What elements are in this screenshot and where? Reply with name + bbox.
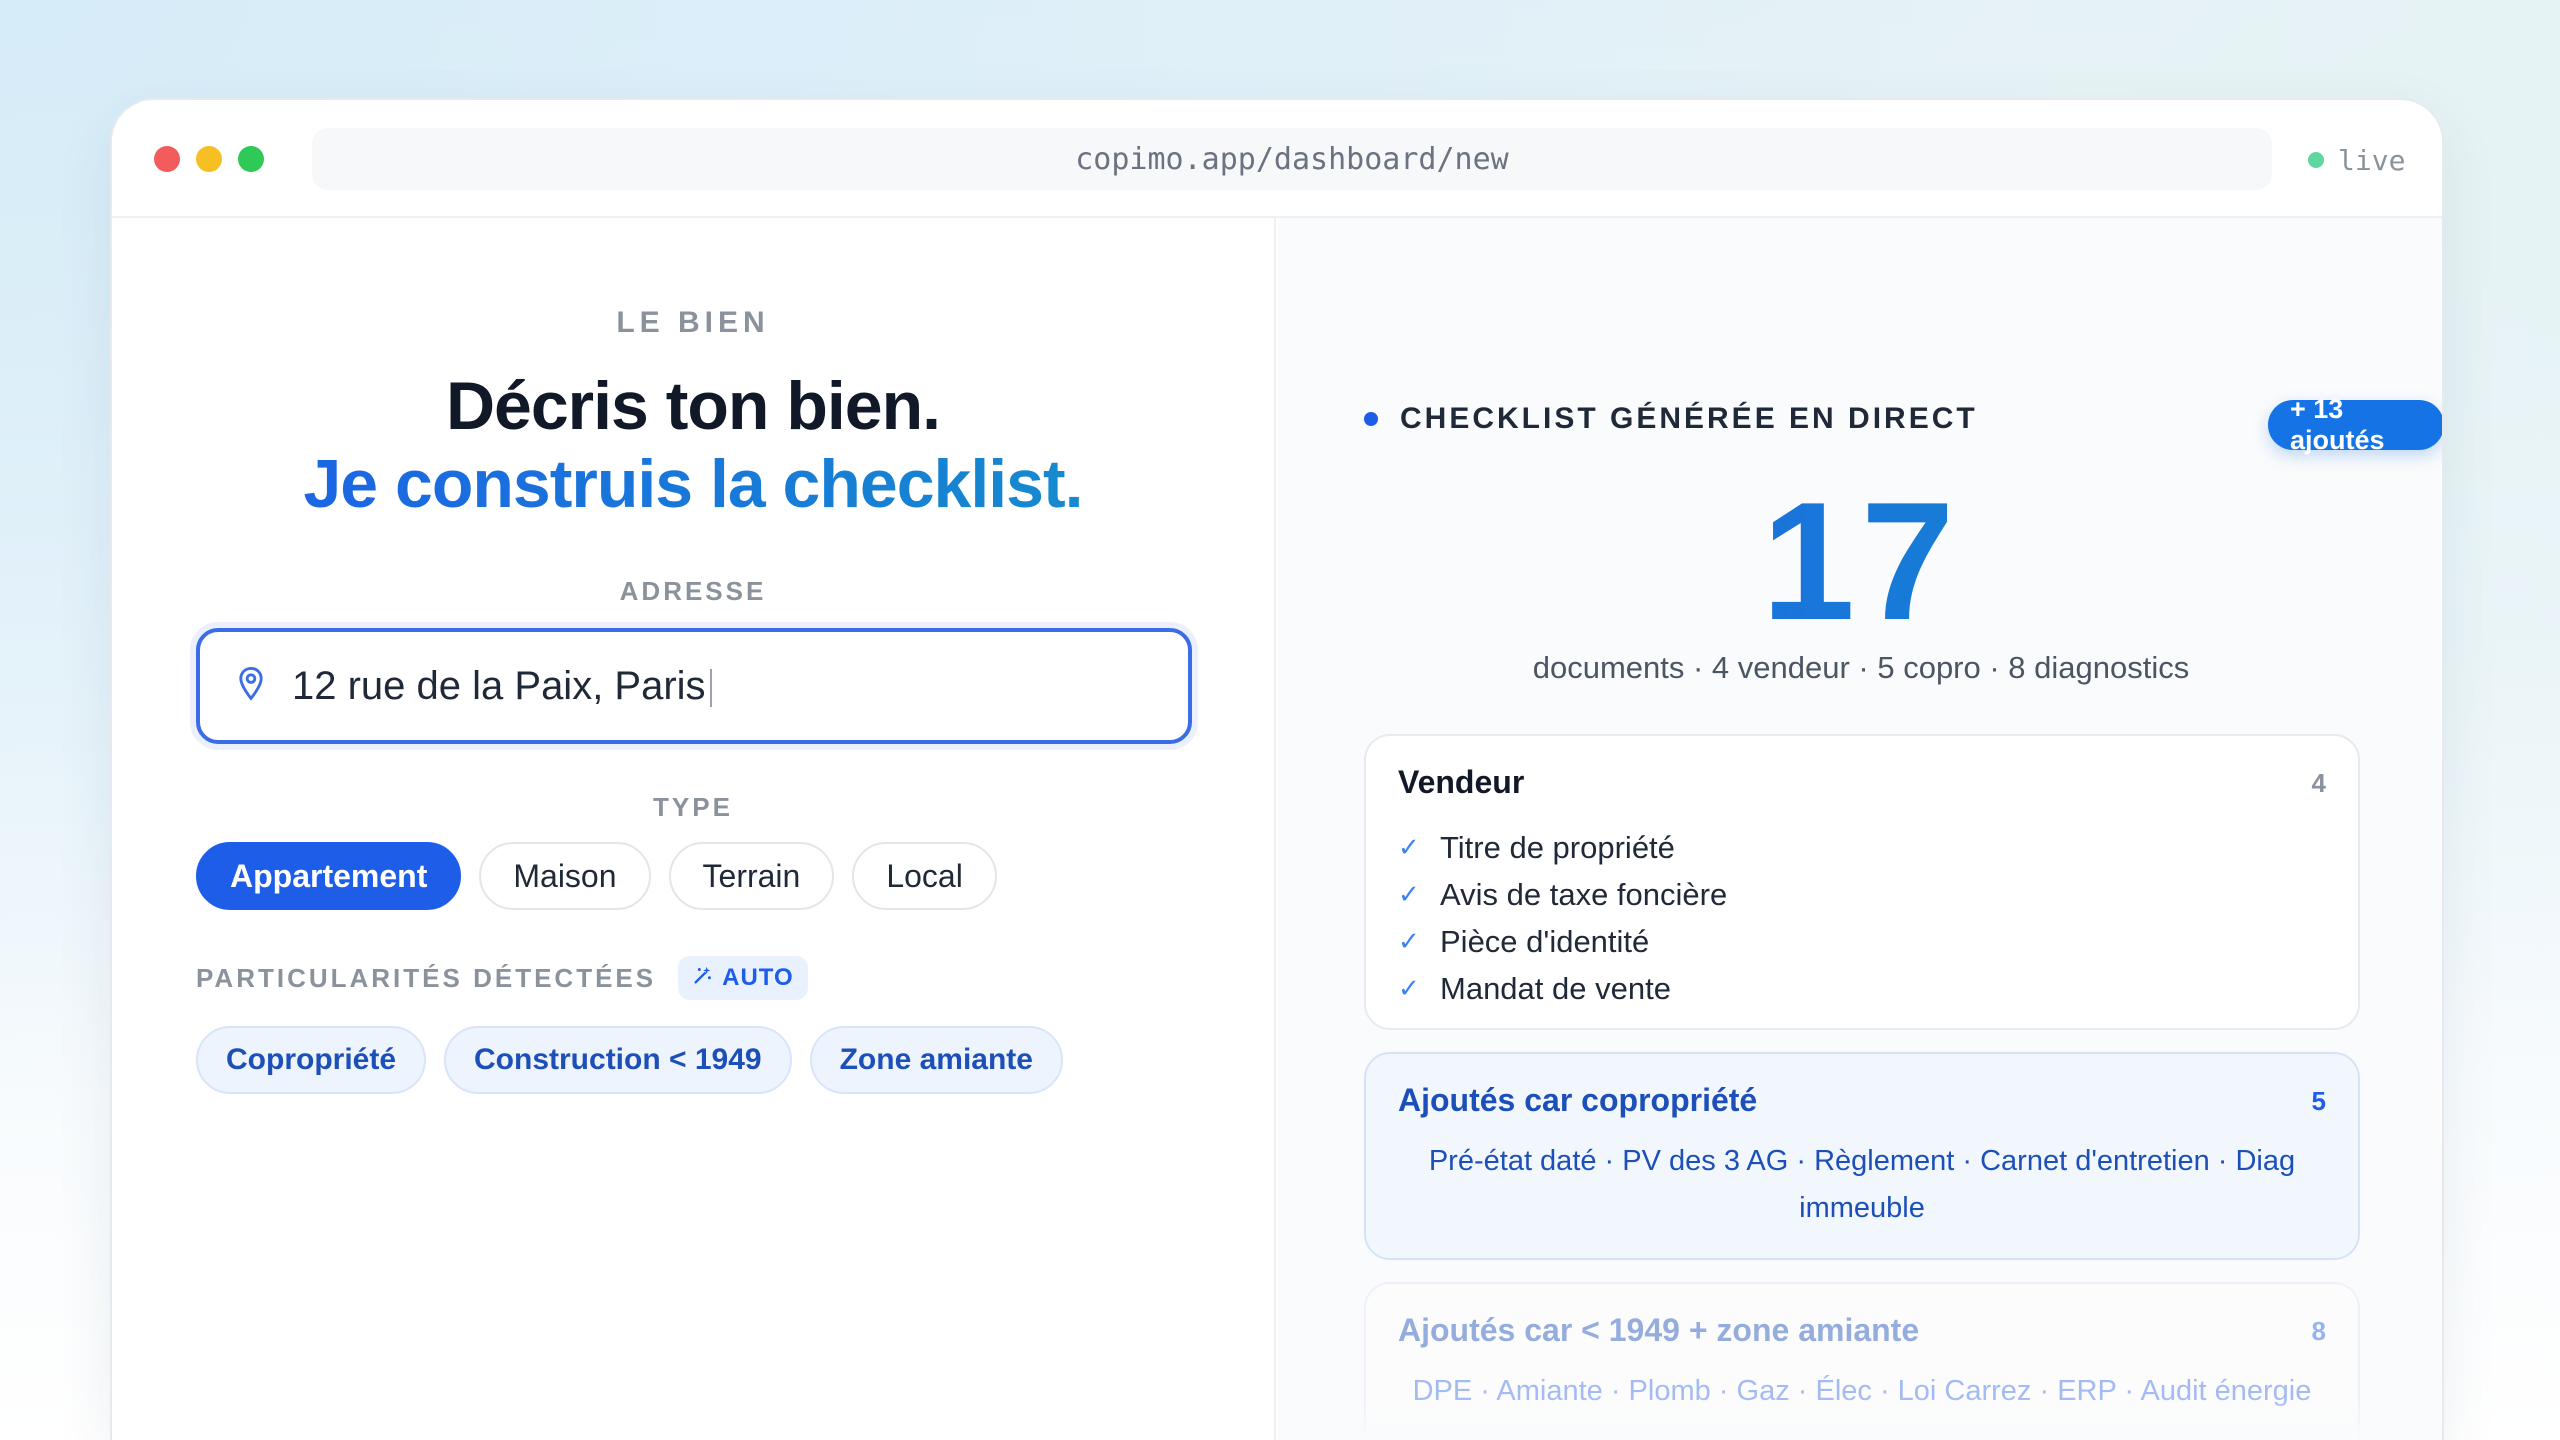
- document-summary: documents · 4 vendeur · 5 copro · 8 diag…: [1532, 650, 2190, 685]
- amiante-card-title: Ajoutés car < 1949 + zone amiante: [1398, 1312, 1920, 1348]
- type-option-appartement[interactable]: Appartement: [196, 842, 462, 910]
- property-form-panel: LE BIEN Décris ton bien. Je construis la…: [112, 218, 1276, 1440]
- headline-primary: Décris ton bien.: [445, 368, 941, 444]
- list-item[interactable]: ✓ Titre de propriété: [1398, 824, 1727, 871]
- close-window-button[interactable]: [154, 146, 180, 172]
- url-bar[interactable]: copimo.app/dashboard/new: [312, 128, 2272, 190]
- list-item[interactable]: ✓ Avis de taxe foncière: [1398, 871, 1727, 918]
- checkmark-icon: ✓: [1398, 973, 1420, 1003]
- headline-secondary: Je construis la checklist.: [112, 444, 1274, 524]
- checkmark-icon: ✓: [1398, 879, 1420, 909]
- scroll-fade: [1278, 1398, 2442, 1440]
- list-item[interactable]: ✓ Mandat de vente: [1398, 965, 1727, 1012]
- checklist-header: CHECKLIST GÉNÉRÉE EN DIRECT: [1364, 394, 1978, 444]
- copro-card-count: 5: [2311, 1086, 2326, 1116]
- detected-features-header: PARTICULARITÉS DÉTECTÉES AUTO: [196, 954, 808, 1002]
- section-eyebrow: LE BIEN: [616, 306, 770, 339]
- detected-features-label: PARTICULARITÉS DÉTECTÉES: [196, 962, 657, 993]
- live-dot-icon: [1364, 412, 1378, 426]
- type-option-maison[interactable]: Maison: [479, 842, 651, 910]
- list-item-label: Avis de taxe foncière: [1440, 876, 1728, 912]
- auto-badge: AUTO: [678, 956, 808, 1000]
- address-value: 12 rue de la Paix, Paris: [292, 664, 712, 709]
- feature-tag-construction[interactable]: Construction < 1949: [444, 1026, 792, 1094]
- title-bar: copimo.app/dashboard/new live: [112, 100, 2442, 218]
- checklist-panel: CHECKLIST GÉNÉRÉE EN DIRECT + 13 ajoutés…: [1278, 218, 2442, 1440]
- vendeur-card-count: 4: [2311, 768, 2326, 798]
- vendeur-card-title: Vendeur: [1398, 764, 1525, 800]
- checkmark-icon: ✓: [1398, 926, 1420, 956]
- address-input[interactable]: 12 rue de la Paix, Paris: [196, 628, 1192, 744]
- auto-label: AUTO: [722, 964, 794, 991]
- sparkle-icon: [692, 964, 714, 993]
- minimize-window-button[interactable]: [196, 146, 222, 172]
- address-label: ADRESSE: [619, 576, 767, 606]
- browser-window: copimo.app/dashboard/new live LE BIEN Dé…: [110, 98, 2444, 1440]
- amiante-card-count: 8: [2311, 1316, 2326, 1346]
- copro-card-items: Pré-état daté · PV des 3 AG · Règlement …: [1428, 1145, 2296, 1224]
- live-label: live: [2338, 143, 2406, 177]
- map-pin-icon: [236, 666, 266, 707]
- list-item-label: Pièce d'identité: [1440, 923, 1650, 959]
- vendeur-card: Vendeur 4 ✓ Titre de propriété ✓ Avis de…: [1364, 734, 2360, 1030]
- list-item-label: Titre de propriété: [1440, 829, 1675, 865]
- url-text: copimo.app/dashboard/new: [1075, 141, 1509, 177]
- maximize-window-button[interactable]: [238, 146, 264, 172]
- checklist-title: CHECKLIST GÉNÉRÉE EN DIRECT: [1400, 402, 1978, 435]
- document-total: 17: [1278, 476, 2442, 646]
- list-item-label: Mandat de vente: [1440, 970, 1671, 1006]
- type-label: TYPE: [653, 792, 733, 822]
- checkmark-icon: ✓: [1398, 832, 1420, 862]
- feature-tag-copropriete[interactable]: Copropriété: [196, 1026, 427, 1094]
- added-count-badge: + 13 ajoutés: [2268, 394, 2442, 455]
- type-option-local[interactable]: Local: [852, 842, 997, 910]
- list-item[interactable]: ✓ Pièce d'identité: [1398, 918, 1727, 965]
- live-indicator: live: [2308, 140, 2405, 180]
- feature-tag-amiante[interactable]: Zone amiante: [809, 1026, 1063, 1094]
- vendeur-checklist: ✓ Titre de propriété ✓ Avis de taxe fonc…: [1398, 824, 1727, 1012]
- type-option-terrain[interactable]: Terrain: [668, 842, 835, 910]
- live-dot-icon: [2308, 152, 2324, 168]
- type-selector: Appartement Maison Terrain Local: [196, 842, 997, 910]
- text-caret: [709, 668, 712, 707]
- detected-features-tags: Copropriété Construction < 1949 Zone ami…: [196, 1026, 1063, 1094]
- copro-card-title: Ajoutés car copropriété: [1398, 1082, 1758, 1118]
- copro-card: Ajoutés car copropriété 5 Pré-état daté …: [1364, 1052, 2360, 1260]
